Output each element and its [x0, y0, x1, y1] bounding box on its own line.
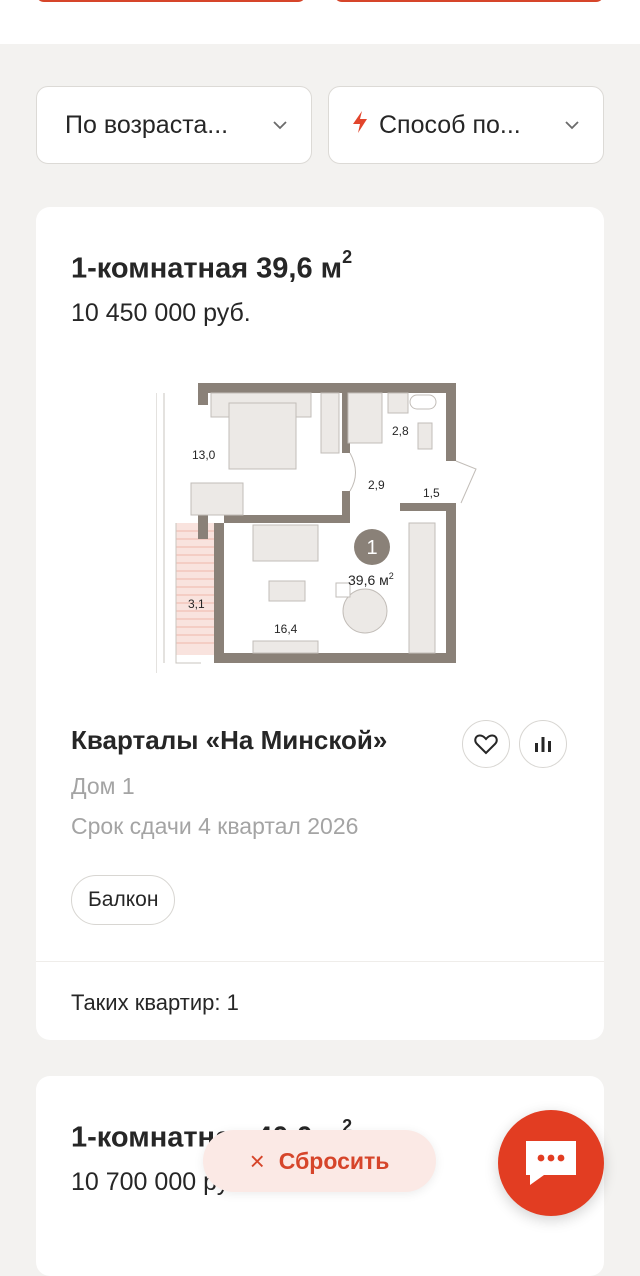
area-bath: 2,8	[392, 424, 409, 438]
chevron-down-icon	[565, 121, 579, 130]
favorite-button[interactable]	[462, 720, 510, 768]
plan-total-area: 39,6 м2	[348, 571, 394, 588]
sort-dropdown[interactable]: По возраста...	[36, 86, 312, 164]
method-dropdown[interactable]: Способ по...	[328, 86, 604, 164]
area-bedroom: 13,0	[192, 448, 216, 462]
area-entry: 1,5	[423, 486, 440, 500]
compare-button[interactable]	[519, 720, 567, 768]
divider	[36, 961, 604, 962]
heart-icon	[474, 734, 498, 755]
chat-bubble-icon	[526, 1141, 576, 1185]
apartment-price: 10 450 000 руб.	[71, 299, 251, 327]
reset-filters-label: Сбросить	[278, 1147, 390, 1174]
top-button-right[interactable]	[334, 0, 604, 2]
apartment-card[interactable]: 1-комнатная 39,6 м2 10 450 000 руб. 13,0…	[36, 207, 604, 1040]
top-button-left[interactable]	[36, 0, 306, 2]
reset-filters-button[interactable]: × Сбросить	[203, 1130, 436, 1192]
bar-chart-icon	[535, 737, 551, 752]
chat-button[interactable]	[498, 1110, 604, 1216]
apartment-title: 1-комнатная 39,6 м2	[71, 247, 353, 285]
lightning-icon	[351, 110, 369, 140]
feature-tag[interactable]: Балкон	[71, 875, 176, 925]
area-balcony: 3,1	[188, 597, 205, 611]
house-number: Дом 1	[71, 773, 135, 799]
floor-plan[interactable]: 13,0 2,8 2,9 1,5 3,1 16,4 1 39,6 м2	[156, 373, 486, 683]
top-bar	[0, 0, 640, 44]
filter-bar: По возраста... Способ по...	[36, 86, 604, 164]
sort-dropdown-label: По возраста...	[65, 110, 229, 139]
room-count-number: 1	[366, 537, 377, 559]
method-dropdown-label: Способ по...	[379, 110, 521, 139]
close-icon: ×	[249, 1145, 265, 1176]
area-hall: 2,9	[368, 478, 385, 492]
complex-name[interactable]: Кварталы «На Минской»	[71, 725, 387, 756]
delivery-deadline: Срок сдачи 4 квартал 2026	[71, 813, 359, 839]
chevron-down-icon	[273, 121, 287, 130]
area-living: 16,4	[274, 622, 298, 636]
apartment-count: Таких квартир: 1	[71, 990, 239, 1015]
